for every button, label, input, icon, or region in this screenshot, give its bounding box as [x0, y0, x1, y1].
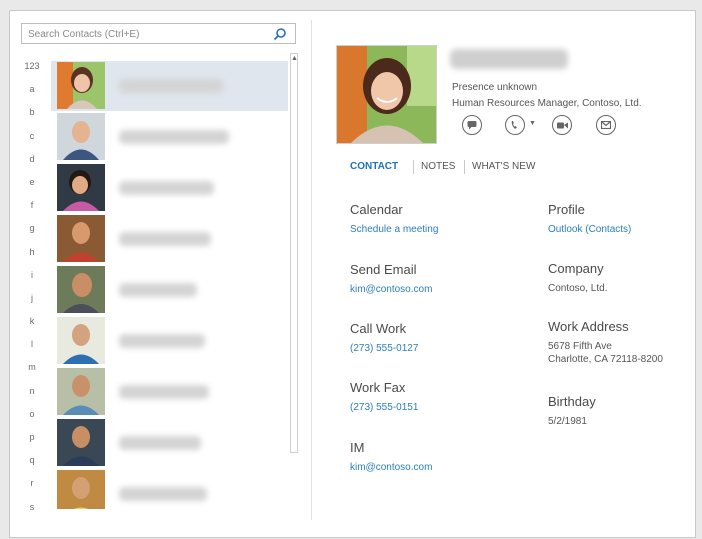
- alpha-letter[interactable]: i: [22, 264, 42, 287]
- profile-link[interactable]: Outlook (Contacts): [548, 223, 631, 236]
- field-label: IM: [350, 440, 365, 455]
- scroll-up-icon[interactable]: ▲: [291, 54, 298, 63]
- avatar: [57, 164, 105, 211]
- work-address-field: Work Address 5678 Fifth Ave Charlotte, C…: [548, 319, 663, 366]
- contact-photo: [336, 45, 437, 144]
- company-value: Contoso, Ltd.: [548, 283, 608, 294]
- mail-icon: [601, 121, 611, 129]
- calendar-field: Calendar Schedule a meeting: [350, 202, 438, 236]
- call-work-field: Call Work (273) 555-0127: [350, 321, 418, 355]
- chat-icon: [467, 121, 477, 130]
- birthday-field: Birthday 5/2/1981: [548, 394, 596, 428]
- pane-divider: [311, 20, 312, 520]
- work-fax-link[interactable]: (273) 555-0151: [350, 401, 418, 414]
- video-button[interactable]: [552, 115, 572, 135]
- avatar: [57, 368, 105, 415]
- email-link[interactable]: kim@contoso.com: [350, 283, 432, 296]
- video-icon: [556, 122, 568, 128]
- alpha-letter[interactable]: b: [22, 101, 42, 124]
- alphabet-index: 123 a b c d e f g h i j k l m n o p q r …: [22, 55, 42, 519]
- alpha-letter[interactable]: k: [22, 310, 42, 333]
- tab-separator: [464, 160, 465, 174]
- field-label: Call Work: [350, 321, 407, 336]
- alpha-letter[interactable]: p: [22, 426, 42, 449]
- field-label: Profile: [548, 202, 585, 217]
- alpha-letter[interactable]: j: [22, 287, 42, 310]
- alpha-letter[interactable]: 123: [22, 55, 42, 78]
- avatar: [57, 215, 105, 262]
- search-input[interactable]: [22, 25, 268, 44]
- tab-whats-new[interactable]: WHAT'S NEW: [472, 161, 535, 172]
- call-button[interactable]: [505, 115, 525, 135]
- avatar: [57, 266, 105, 313]
- alpha-letter[interactable]: m: [22, 356, 42, 379]
- phone-icon: [511, 121, 517, 129]
- schedule-meeting-link[interactable]: Schedule a meeting: [350, 223, 438, 236]
- avatar: [57, 470, 105, 509]
- search-icon[interactable]: [273, 27, 287, 41]
- send-email-field: Send Email kim@contoso.com: [350, 262, 432, 296]
- address-line-2: Charlotte, CA 72118-8200: [548, 354, 663, 365]
- field-label: Calendar: [350, 202, 403, 217]
- birthday-value: 5/2/1981: [548, 416, 587, 427]
- work-fax-field: Work Fax (273) 555-0151: [350, 380, 418, 414]
- email-button[interactable]: [596, 115, 616, 135]
- address-line-1: 5678 Fifth Ave: [548, 341, 612, 352]
- contact-row[interactable]: [51, 163, 288, 213]
- contact-list: [51, 49, 288, 509]
- contact-name-redacted: [450, 49, 568, 69]
- field-label: Birthday: [548, 394, 596, 409]
- tab-separator: [413, 160, 414, 174]
- alpha-letter[interactable]: g: [22, 217, 42, 240]
- company-field: Company Contoso, Ltd.: [548, 261, 607, 295]
- contact-row[interactable]: [51, 469, 288, 509]
- alpha-letter[interactable]: o: [22, 403, 42, 426]
- alpha-letter[interactable]: q: [22, 449, 42, 472]
- profile-field: Profile Outlook (Contacts): [548, 202, 631, 236]
- search-box[interactable]: [21, 23, 296, 44]
- contact-row[interactable]: [51, 265, 288, 315]
- call-dropdown-icon[interactable]: ▼: [529, 120, 536, 127]
- field-label: Work Fax: [350, 380, 406, 395]
- alpha-letter[interactable]: l: [22, 333, 42, 356]
- contact-row[interactable]: [51, 214, 288, 264]
- job-title: Human Resources Manager, Contoso, Ltd.: [452, 98, 642, 109]
- im-button[interactable]: [462, 115, 482, 135]
- alpha-letter[interactable]: s: [22, 496, 42, 519]
- alpha-letter[interactable]: d: [22, 148, 42, 171]
- avatar: [57, 62, 105, 109]
- field-label: Send Email: [350, 262, 417, 277]
- tab-notes[interactable]: NOTES: [421, 161, 455, 172]
- contact-row[interactable]: [51, 316, 288, 366]
- contact-list-scrollbar[interactable]: ▲: [290, 53, 298, 453]
- contact-row[interactable]: [51, 112, 288, 162]
- alpha-letter[interactable]: h: [22, 241, 42, 264]
- avatar: [57, 317, 105, 364]
- alpha-letter[interactable]: r: [22, 472, 42, 495]
- contact-row[interactable]: [51, 418, 288, 468]
- avatar: [57, 113, 105, 160]
- contact-row[interactable]: [51, 61, 288, 111]
- alpha-letter[interactable]: n: [22, 380, 42, 403]
- avatar: [57, 419, 105, 466]
- im-field: IM kim@contoso.com: [350, 440, 432, 474]
- work-phone-link[interactable]: (273) 555-0127: [350, 342, 418, 355]
- field-label: Work Address: [548, 319, 629, 334]
- field-label: Company: [548, 261, 604, 276]
- contact-row[interactable]: [51, 367, 288, 417]
- im-link[interactable]: kim@contoso.com: [350, 461, 432, 474]
- alpha-letter[interactable]: f: [22, 194, 42, 217]
- tab-contact[interactable]: CONTACT: [350, 161, 398, 172]
- presence-status: Presence unknown: [452, 82, 538, 93]
- alpha-letter[interactable]: a: [22, 78, 42, 101]
- alpha-letter[interactable]: e: [22, 171, 42, 194]
- alpha-letter[interactable]: c: [22, 125, 42, 148]
